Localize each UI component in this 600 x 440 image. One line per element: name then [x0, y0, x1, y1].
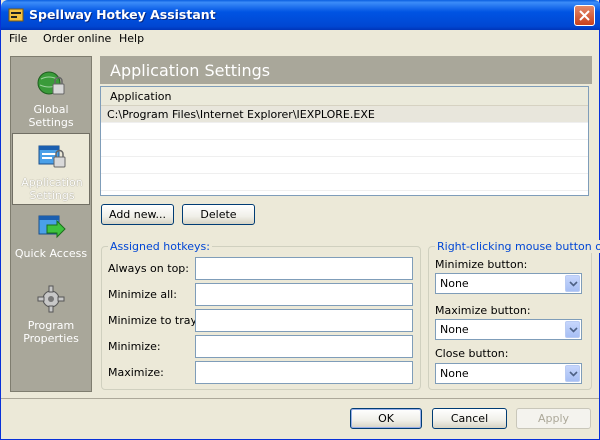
section-header: Application Settings: [100, 56, 592, 84]
chevron-down-icon: [569, 371, 578, 377]
sidebar-item-label: Program Properties: [23, 319, 79, 345]
close-button-select[interactable]: None: [435, 363, 582, 384]
dropdown-button[interactable]: [565, 321, 580, 338]
sidebar-item-program-properties[interactable]: Program Properties: [12, 277, 90, 349]
list-item[interactable]: C:\Program Files\Internet Explorer\IEXPL…: [101, 106, 588, 123]
close-icon: [579, 10, 590, 21]
list-empty-row: [101, 174, 588, 191]
chevron-down-icon: [569, 281, 578, 287]
sidebar-item-application-settings[interactable]: Application Settings: [12, 133, 90, 205]
menu-help[interactable]: Help: [119, 32, 144, 45]
title-bar[interactable]: Spellway Hotkey Assistant: [1, 0, 600, 30]
close-button-label: Close button:: [435, 347, 509, 360]
close-button[interactable]: [574, 5, 595, 26]
arrow-window-icon: [38, 215, 66, 239]
sidebar-item-global-settings[interactable]: Global Settings: [12, 61, 90, 133]
window-title: Spellway Hotkey Assistant: [29, 7, 216, 22]
page-title: Application Settings: [110, 61, 271, 80]
list-column-header[interactable]: Application: [101, 87, 588, 106]
app-icon: [8, 8, 24, 22]
sidebar: Global Settings Application Settings Qui…: [10, 56, 92, 392]
maximize-button-label: Maximize button:: [435, 304, 531, 317]
minimize-to-tray-label: Minimize to tray:: [108, 314, 200, 327]
minimize-to-tray-field[interactable]: [195, 309, 413, 332]
maximize-label: Maximize:: [108, 366, 164, 379]
mouse-button-title: Right-clicking mouse button on: [435, 240, 600, 253]
menu-file[interactable]: File: [9, 32, 27, 45]
minimize-all-field[interactable]: [195, 283, 413, 306]
add-new-button[interactable]: Add new...: [101, 204, 174, 225]
dropdown-button[interactable]: [565, 365, 580, 382]
always-on-top-label: Always on top:: [108, 262, 189, 275]
always-on-top-field[interactable]: [195, 257, 413, 280]
column-application: Application: [110, 90, 172, 103]
list-empty-row: [101, 123, 588, 140]
cancel-button[interactable]: Cancel: [432, 408, 507, 429]
list-item-path: C:\Program Files\Internet Explorer\IEXPL…: [107, 108, 375, 121]
dropdown-button[interactable]: [565, 275, 580, 292]
chevron-down-icon: [569, 327, 578, 333]
maximize-button-value: None: [440, 323, 469, 336]
minimize-button-select[interactable]: None: [435, 273, 582, 294]
window-lock-icon: [38, 145, 66, 168]
globe-lock-icon: [37, 71, 65, 95]
application-list[interactable]: Application C:\Program Files\Internet Ex…: [100, 86, 589, 196]
sidebar-item-label: Application Settings: [21, 176, 83, 202]
minimize-all-label: Minimize all:: [108, 288, 177, 301]
sidebar-item-quick-access[interactable]: Quick Access: [12, 205, 90, 277]
gear-icon: [37, 285, 65, 313]
close-button-value: None: [440, 367, 469, 380]
minimize-button-value: None: [440, 277, 469, 290]
sidebar-item-label: Quick Access: [14, 247, 88, 260]
maximize-field[interactable]: [195, 361, 413, 384]
apply-button[interactable]: Apply: [516, 408, 591, 429]
minimize-field[interactable]: [195, 335, 413, 358]
list-empty-row: [101, 140, 588, 157]
menu-order-online[interactable]: Order online: [43, 32, 111, 45]
menu-bar: File Order online Help: [2, 30, 599, 48]
sidebar-item-label: Global Settings: [28, 103, 74, 129]
delete-button[interactable]: Delete: [182, 204, 255, 225]
minimize-label: Minimize:: [108, 340, 161, 353]
minimize-button-label: Minimize button:: [435, 258, 528, 271]
assigned-hotkeys-title: Assigned hotkeys:: [108, 240, 212, 253]
dialog-divider: [1, 398, 599, 399]
maximize-button-select[interactable]: None: [435, 319, 582, 340]
list-empty-row: [101, 157, 588, 174]
app-window: Spellway Hotkey Assistant File Order onl…: [0, 0, 600, 440]
ok-button[interactable]: OK: [350, 408, 422, 429]
